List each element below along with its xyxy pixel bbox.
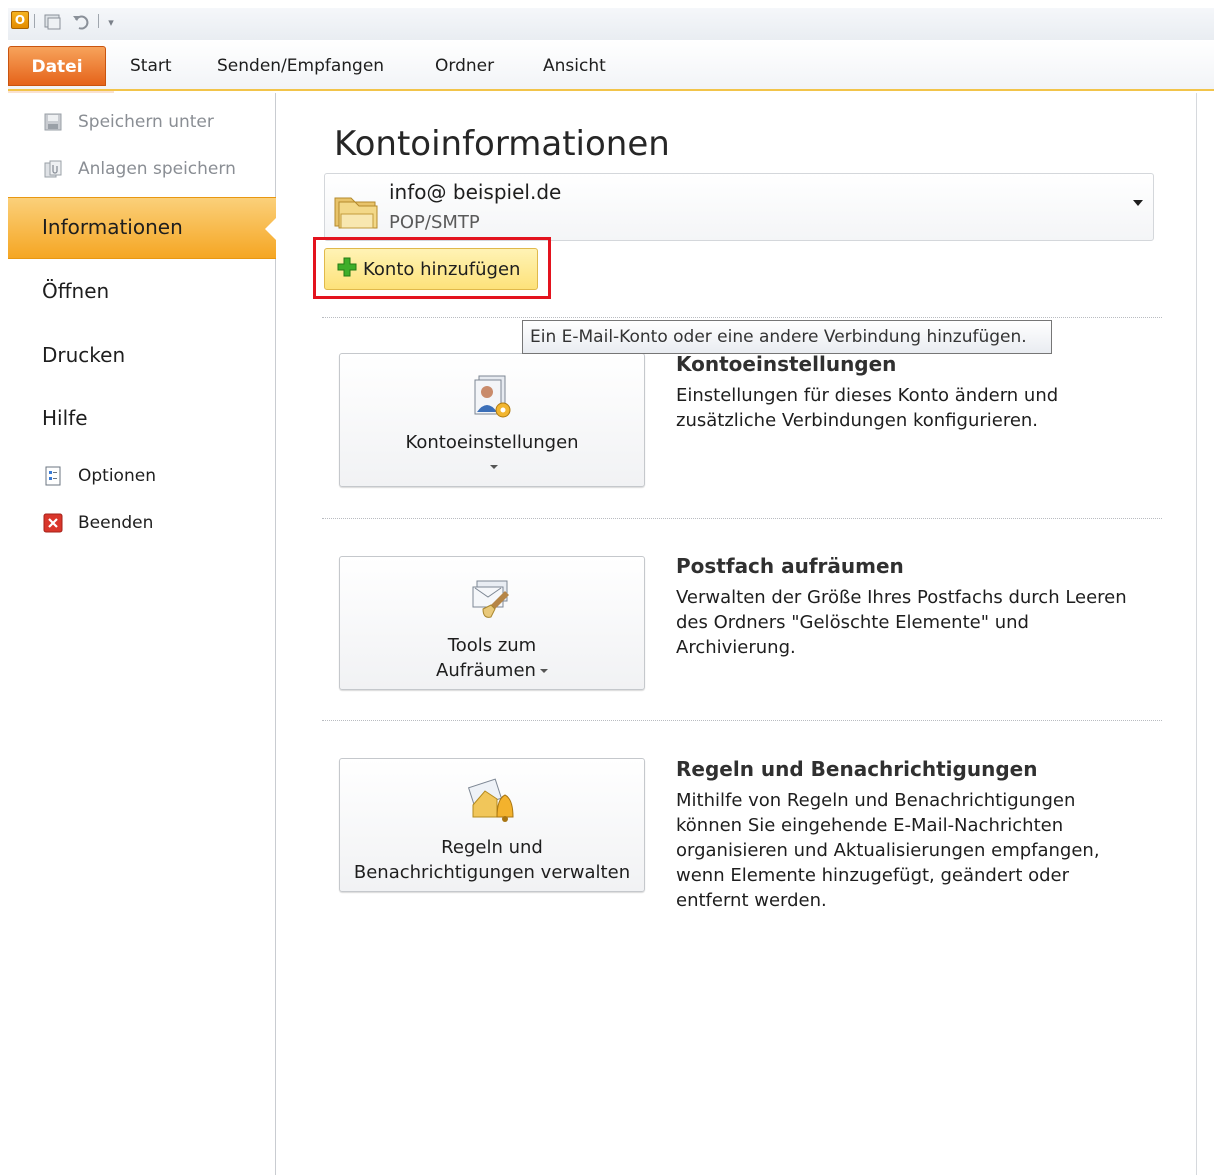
- rules-alerts-button[interactable]: Regeln und Benachrichtigungen verwalten: [339, 758, 645, 892]
- title-bar: O ▾: [8, 8, 1214, 40]
- nav-hilfe[interactable]: Hilfe: [42, 398, 88, 438]
- section-heading: Regeln und Benachrichtigungen: [676, 757, 1038, 781]
- tab-datei[interactable]: Datei: [8, 46, 106, 86]
- account-email: info@ beispiel.de: [389, 180, 562, 204]
- nav-drucken[interactable]: Drucken: [42, 335, 125, 375]
- exit-icon: [42, 512, 64, 534]
- add-account-tooltip: Ein E-Mail-Konto oder eine andere Verbin…: [522, 320, 1052, 354]
- ribbon-tabs: Datei Start Senden/Empfangen Ordner Ansi…: [8, 40, 1214, 91]
- chevron-down-icon: [539, 669, 548, 673]
- nav-label: Anlagen speichern: [78, 159, 236, 179]
- nav-optionen[interactable]: Optionen: [42, 461, 156, 491]
- nav-label: Speichern unter: [78, 112, 214, 132]
- dropdown-indicator: [340, 454, 644, 479]
- account-settings-icon: [463, 372, 521, 422]
- cleanup-tools-label-line2-wrap: Aufräumen: [340, 658, 644, 683]
- separator: [34, 14, 35, 28]
- section-heading: Kontoeinstellungen: [676, 352, 897, 376]
- customize-quick-access-icon[interactable]: ▾: [104, 11, 118, 33]
- nav-speichern-unter[interactable]: Speichern unter: [42, 107, 214, 137]
- save-as-icon: [42, 111, 64, 133]
- tab-start[interactable]: Start: [124, 50, 178, 82]
- send-receive-icon[interactable]: [42, 11, 64, 33]
- section-description: Mithilfe von Regeln und Benachrichtigung…: [676, 790, 1100, 911]
- tab-ordner[interactable]: Ordner: [429, 50, 500, 82]
- tab-senden-empfangen[interactable]: Senden/Empfangen: [211, 50, 390, 82]
- nav-anlagen-speichern[interactable]: Anlagen speichern: [42, 154, 236, 184]
- content-right-border: [1196, 93, 1197, 1175]
- account-settings-label: Kontoeinstellungen: [405, 432, 579, 453]
- account-type: POP/SMTP: [389, 212, 480, 233]
- section-description: Einstellungen für dieses Konto ändern un…: [676, 385, 1059, 431]
- options-icon: [42, 465, 64, 487]
- nav-informationen[interactable]: Informationen: [8, 197, 277, 259]
- add-account-label: Konto hinzufügen: [363, 258, 521, 280]
- cleanup-tools-icon: [463, 575, 521, 625]
- cleanup-tools-label-line2: Aufräumen: [436, 660, 536, 681]
- section-divider: [322, 518, 1162, 519]
- rules-alerts-icon: [463, 777, 521, 827]
- selection-notch: [265, 217, 277, 241]
- chevron-down-icon[interactable]: [1133, 200, 1143, 206]
- nav-oeffnen[interactable]: Öffnen: [42, 271, 109, 311]
- section-divider: [322, 317, 1162, 318]
- section-description: Verwalten der Größe Ihres Postfachs durc…: [676, 587, 1127, 658]
- page-title: Kontoinformationen: [334, 124, 670, 164]
- nav-beenden[interactable]: Beenden: [42, 508, 153, 538]
- account-selector[interactable]: info@ beispiel.de POP/SMTP: [324, 173, 1154, 241]
- section-heading: Postfach aufräumen: [676, 554, 904, 578]
- chevron-down-icon: [490, 465, 498, 469]
- plus-icon: [337, 257, 357, 282]
- rules-alerts-label-line1: Regeln und: [441, 837, 543, 858]
- account-folder-icon: [331, 184, 381, 232]
- cleanup-tools-button[interactable]: Tools zum Aufräumen: [339, 556, 645, 690]
- add-account-button[interactable]: Konto hinzufügen: [324, 248, 538, 290]
- backstage-nav: Speichern unter Anlagen speichern Inform…: [8, 93, 277, 1175]
- separator: [98, 14, 99, 28]
- section-divider: [322, 720, 1162, 721]
- nav-label: Informationen: [42, 215, 183, 239]
- tab-ansicht[interactable]: Ansicht: [537, 50, 612, 82]
- undo-icon[interactable]: [70, 11, 92, 33]
- nav-label: Beenden: [78, 513, 154, 533]
- nav-label: Optionen: [78, 466, 156, 486]
- cleanup-tools-label-line1: Tools zum: [447, 635, 537, 656]
- account-settings-button[interactable]: Kontoeinstellungen: [339, 353, 645, 487]
- outlook-logo-icon[interactable]: O: [11, 11, 29, 29]
- rules-alerts-label-line2: Benachrichtigungen verwalten: [353, 862, 631, 883]
- save-attachments-icon: [42, 158, 64, 180]
